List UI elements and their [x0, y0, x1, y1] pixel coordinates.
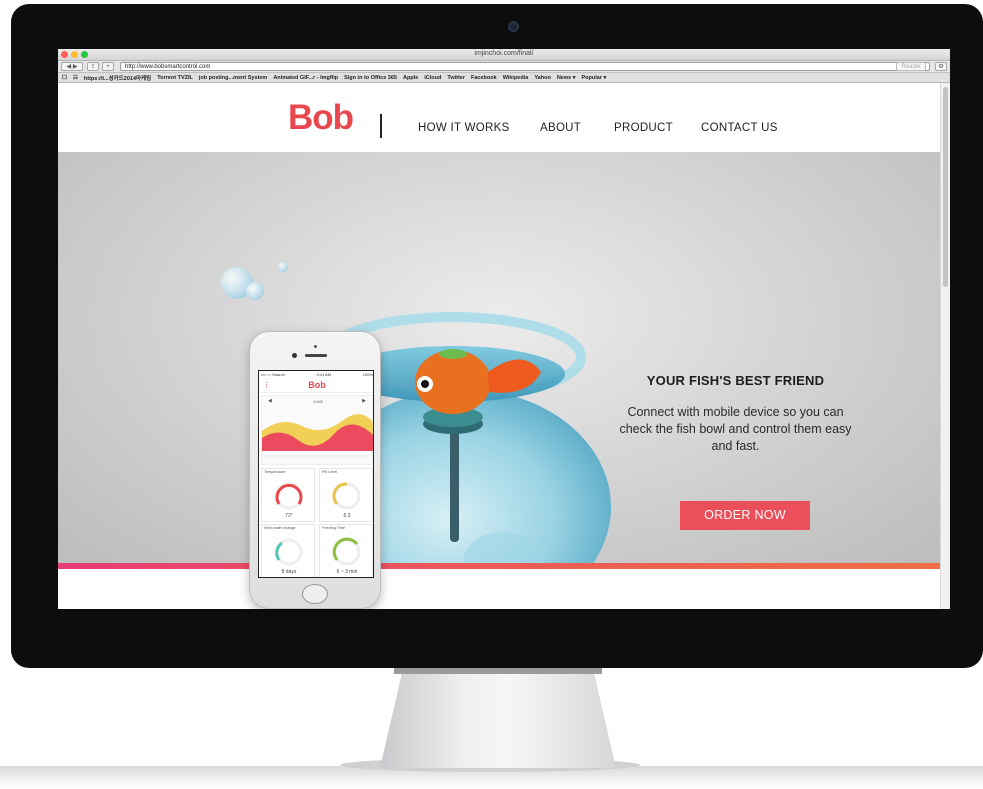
- website: Bob HOW IT WORKS ABOUT PRODUCT CONTACT U…: [58, 84, 940, 609]
- url-text[interactable]: http://www.bobsmartcontrol.com: [125, 64, 210, 70]
- window-title: imjinchoi.com/final/: [474, 50, 534, 57]
- water-bubble: [278, 262, 288, 272]
- nav-contact-us[interactable]: CONTACT US: [701, 122, 778, 134]
- bookmark-popular-folder[interactable]: Popular ▾: [582, 75, 607, 81]
- home-button[interactable]: [302, 584, 328, 604]
- water-change-card[interactable]: Next water change 8 days: [261, 524, 315, 577]
- monitor-stand: [380, 666, 616, 768]
- phone-status-bar: ••○○○ Search 9:41 AM 100%: [259, 371, 373, 378]
- bookmark-item[interactable]: Facebook: [471, 75, 497, 81]
- camera-icon: [508, 21, 519, 32]
- card-value: 6 ~ 3 min: [336, 569, 358, 575]
- browser-toolbar: ◀ ▶ ⇪ + http://www.bobsmartcontrol.com R…: [58, 61, 950, 73]
- hero-section: YOUR FISH'S BEST FRIEND Connect with mob…: [58, 152, 940, 609]
- card-value: 6.3: [343, 513, 351, 519]
- address-bar[interactable]: http://www.bobsmartcontrol.com: [120, 62, 930, 71]
- bookmark-item[interactable]: Apple: [403, 75, 418, 81]
- card-value: 72°: [285, 513, 293, 519]
- title-bar: imjinchoi.com/final/: [58, 49, 950, 61]
- nav-product[interactable]: PRODUCT: [614, 122, 673, 134]
- phone-time: 9:41 AM: [316, 372, 332, 377]
- order-now-button[interactable]: ORDER NOW: [680, 501, 810, 530]
- bookmark-item[interactable]: iCloud: [424, 75, 441, 81]
- nav-about[interactable]: ABOUT: [540, 122, 581, 134]
- settings-gear-icon[interactable]: ⚙: [935, 62, 947, 71]
- temperature-card[interactable]: Temperature 72°: [261, 468, 315, 522]
- bookmark-item[interactable]: Sign in to Office 365: [344, 75, 397, 81]
- browser-window: imjinchoi.com/final/ ◀ ▶ ⇪ + http://www.…: [58, 49, 950, 609]
- bookmark-item[interactable]: https://t...성카드2014마케팅: [84, 74, 151, 82]
- bookmark-item[interactable]: Twitter: [447, 75, 465, 81]
- below-fold-section: [58, 569, 940, 609]
- bookmark-news-folder[interactable]: News ▾: [557, 75, 576, 81]
- bookmark-item[interactable]: job posting...ment System: [199, 75, 267, 81]
- nav-how-it-works[interactable]: HOW IT WORKS: [418, 122, 510, 134]
- bookmark-item[interactable]: Wikipedia: [503, 75, 529, 81]
- back-forward-button[interactable]: ◀ ▶: [61, 62, 83, 71]
- feeding-time-card[interactable]: Feeding Time 6 ~ 3 min: [319, 524, 373, 577]
- site-navbar: Bob HOW IT WORKS ABOUT PRODUCT CONTACT U…: [58, 84, 940, 152]
- card-value: 8 days: [281, 569, 297, 575]
- bookmark-item[interactable]: Yahoo: [534, 75, 551, 81]
- reading-list-icon[interactable]: ☐: [62, 75, 67, 81]
- bob-logo[interactable]: Bob: [288, 98, 354, 138]
- phone-speaker: [305, 354, 327, 357]
- logo-divider: [380, 114, 382, 138]
- phone-camera-icon: [292, 353, 297, 358]
- wave-graphic: [262, 414, 373, 457]
- scroll-thumb[interactable]: [943, 87, 948, 287]
- page-scrollbar[interactable]: [940, 83, 950, 609]
- smartphone-mockup: ••○○○ Search 9:41 AM 100% ⋮ Bob JUNE ◀ ▶…: [249, 331, 381, 609]
- bookmarks-bar: ☐ ☷ https://t...성카드2014마케팅 Torrent TVZIL…: [58, 73, 950, 83]
- carrier-signal: ••○○○ Search: [261, 372, 285, 377]
- share-icon[interactable]: ⇪: [87, 62, 99, 71]
- app-logo: Bob: [308, 380, 326, 390]
- app-header: ⋮ Bob: [259, 378, 373, 393]
- hero-headline: YOUR FISH'S BEST FRIEND: [646, 373, 825, 388]
- bookmark-item[interactable]: Animated GIF...r - Imgflip: [273, 75, 338, 81]
- battery-level: 100%: [362, 372, 373, 377]
- water-bubble: [246, 282, 264, 300]
- new-tab-icon[interactable]: +: [102, 62, 114, 71]
- bookmark-item[interactable]: Torrent TVZIL: [157, 75, 193, 81]
- reader-button[interactable]: Reader: [896, 62, 926, 71]
- top-sites-icon[interactable]: ☷: [73, 75, 78, 81]
- phone-sensor: [314, 345, 317, 348]
- pill-level-card[interactable]: Pill Level 6.3: [319, 468, 373, 522]
- stage: imjinchoi.com/final/ ◀ ▶ ⇪ + http://www.…: [0, 0, 983, 789]
- app-wave-chart: JUNE ◀ ▶: [261, 395, 373, 465]
- hero-subtext: Connect with mobile device so you can ch…: [619, 405, 852, 453]
- app-screen: ••○○○ Search 9:41 AM 100% ⋮ Bob JUNE ◀ ▶…: [258, 370, 374, 578]
